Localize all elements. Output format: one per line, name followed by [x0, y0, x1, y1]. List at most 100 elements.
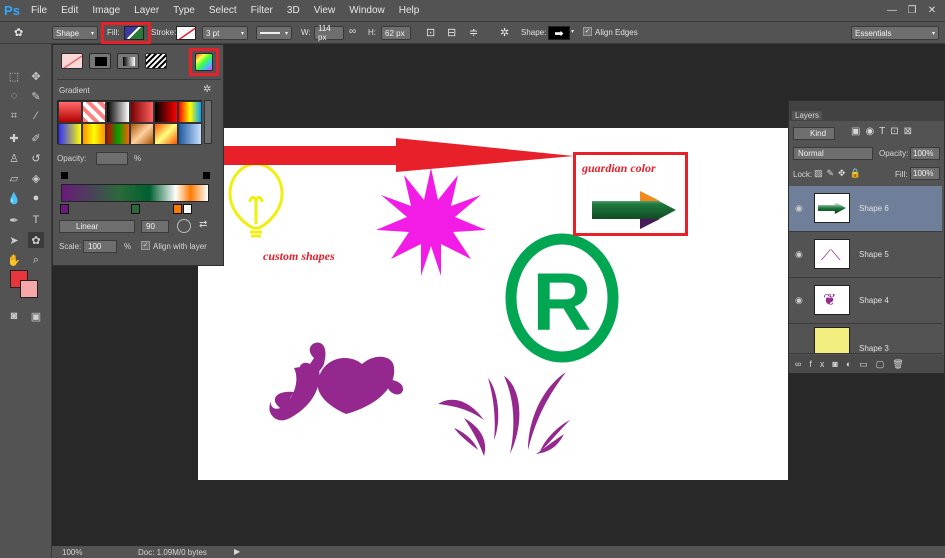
custom-shape-tool-icon[interactable]: ✿	[14, 26, 23, 39]
eye-icon[interactable]: ◉	[795, 295, 803, 306]
document-canvas[interactable]: R custom shapes guardian color	[198, 128, 788, 480]
gradient-preset[interactable]	[106, 123, 130, 145]
hand-tool-icon[interactable]: ✋	[6, 252, 22, 268]
reverse-gradient-icon[interactable]: ⇄	[199, 219, 207, 230]
stroke-width-input[interactable]: 3 pt ▾	[202, 26, 248, 40]
height-input[interactable]: 62 px	[381, 26, 411, 40]
tool-mode-select[interactable]: Shape ▾	[52, 26, 98, 40]
gradient-preset[interactable]	[58, 101, 82, 123]
opacity-input[interactable]	[96, 152, 128, 165]
screen-mode-icon[interactable]: ▣	[28, 308, 44, 324]
paint-bucket-icon[interactable]: ◈	[28, 170, 44, 186]
path-select-icon[interactable]: ➤	[6, 232, 22, 248]
menu-3d[interactable]: 3D	[280, 5, 307, 16]
eraser-tool-icon[interactable]: ▱	[6, 170, 22, 186]
menu-image[interactable]: Image	[85, 5, 127, 16]
menu-window[interactable]: Window	[342, 5, 392, 16]
color-stop[interactable]	[173, 204, 182, 214]
marquee-tool-icon[interactable]: ⬚	[6, 68, 22, 84]
link-icon[interactable]: ∞	[349, 26, 356, 37]
no-color-button[interactable]	[61, 53, 83, 69]
zoom-level[interactable]: 100%	[62, 548, 82, 557]
gear-icon[interactable]: ✲	[500, 26, 509, 39]
pattern-button[interactable]	[145, 53, 167, 69]
gradient-button[interactable]	[117, 53, 139, 69]
menu-help[interactable]: Help	[392, 5, 427, 16]
chevron-down-icon[interactable]: ▾	[571, 28, 574, 35]
gradient-bar[interactable]	[61, 184, 209, 202]
layer-row-shape-3[interactable]: Shape 3	[789, 324, 942, 354]
gradient-preset[interactable]	[82, 123, 106, 145]
zoom-tool-icon[interactable]: ⌕	[28, 252, 44, 268]
blur-tool-icon[interactable]: 💧	[6, 190, 22, 206]
status-menu-arrow-icon[interactable]: ▶	[234, 547, 240, 556]
gradient-preset[interactable]	[178, 123, 202, 145]
gradient-scrollbar[interactable]	[204, 100, 212, 144]
path-operations-icon[interactable]: ⊡	[426, 26, 435, 39]
stroke-type-select[interactable]: ▾	[256, 26, 292, 40]
layer-filter-icons[interactable]: ▣◉T⊡⊠	[851, 126, 917, 137]
workspace-select[interactable]: Essentials ▾	[851, 26, 939, 40]
layer-filter-select[interactable]: Kind	[793, 127, 835, 140]
background-color[interactable]	[20, 280, 38, 298]
restore-button[interactable]: ❐	[903, 2, 921, 18]
opacity-stop-left[interactable]	[61, 172, 68, 179]
brush-tool-icon[interactable]: ✐	[28, 130, 44, 146]
width-input[interactable]: 114 px	[314, 24, 344, 42]
gradient-preset[interactable]	[130, 123, 154, 145]
color-stop[interactable]	[60, 204, 69, 214]
history-brush-icon[interactable]: ↺	[28, 150, 44, 166]
gradient-preset[interactable]	[130, 101, 154, 123]
crop-tool-icon[interactable]: ⌗	[6, 108, 22, 124]
layer-opacity-input[interactable]: 100%	[910, 147, 940, 160]
layer-row-shape-4[interactable]: ◉ ❦ Shape 4	[789, 278, 942, 324]
solid-color-button[interactable]	[89, 53, 111, 69]
menu-type[interactable]: Type	[166, 5, 202, 16]
menu-file[interactable]: File	[24, 5, 54, 16]
gradient-preset[interactable]	[154, 101, 178, 123]
quick-mask-icon[interactable]: ◙	[6, 308, 22, 324]
gradient-presets-grid[interactable]	[57, 100, 202, 145]
layers-footer-actions[interactable]: ∞fx◙◐▭▢🗑	[789, 355, 944, 373]
path-alignment-icon[interactable]: ⊟	[447, 26, 456, 39]
stroke-swatch[interactable]	[176, 26, 196, 40]
clone-stamp-icon[interactable]: ♙	[6, 150, 22, 166]
eyedropper-icon[interactable]: ⁄	[28, 108, 44, 124]
angle-input[interactable]: 90	[141, 220, 169, 233]
pen-tool-icon[interactable]: ✒	[6, 212, 22, 228]
opacity-stop-right[interactable]	[203, 172, 210, 179]
layers-tab[interactable]: Layers	[792, 111, 823, 120]
menu-edit[interactable]: Edit	[54, 5, 85, 16]
lock-icons[interactable]: ▨✎✥🔒	[814, 168, 865, 179]
path-arrangement-icon[interactable]: ≑	[469, 26, 478, 39]
lasso-tool-icon[interactable]: ◌	[6, 88, 22, 104]
gradient-style-select[interactable]: Linear	[59, 220, 135, 233]
blend-mode-select[interactable]: Normal	[793, 147, 873, 160]
angle-dial-icon[interactable]	[177, 219, 191, 233]
type-tool-icon[interactable]: T	[28, 212, 44, 228]
color-stop[interactable]	[183, 204, 192, 214]
gear-icon[interactable]: ✲	[203, 84, 211, 95]
menu-filter[interactable]: Filter	[244, 5, 280, 16]
layer-row-shape-6[interactable]: ◉ Shape 6	[789, 186, 942, 232]
layer-row-shape-5[interactable]: ◉ ⟋⟍ Shape 5	[789, 232, 942, 278]
gradient-preset[interactable]	[82, 101, 106, 123]
custom-shape-tool-icon[interactable]: ✿	[28, 232, 44, 248]
menu-layer[interactable]: Layer	[127, 5, 166, 16]
dodge-tool-icon[interactable]: ●	[28, 190, 44, 206]
menu-select[interactable]: Select	[202, 5, 244, 16]
scale-input[interactable]: 100	[83, 240, 117, 253]
eye-icon[interactable]: ◉	[795, 249, 803, 260]
layer-fill-input[interactable]: 100%	[910, 167, 940, 180]
color-stop[interactable]	[131, 204, 140, 214]
align-with-layer-checkbox[interactable]: ✓	[141, 241, 150, 250]
gradient-preset[interactable]	[154, 123, 178, 145]
shape-picker[interactable]: ➡	[548, 26, 570, 40]
eye-icon[interactable]: ◉	[795, 203, 803, 214]
minimize-button[interactable]: —	[883, 2, 901, 18]
healing-brush-icon[interactable]: ✚	[6, 130, 22, 146]
move-tool-icon[interactable]: ✥	[28, 68, 44, 84]
gradient-preset[interactable]	[106, 101, 130, 123]
align-edges-checkbox[interactable]: ✓	[583, 27, 592, 36]
color-picker-icon[interactable]	[195, 53, 213, 71]
